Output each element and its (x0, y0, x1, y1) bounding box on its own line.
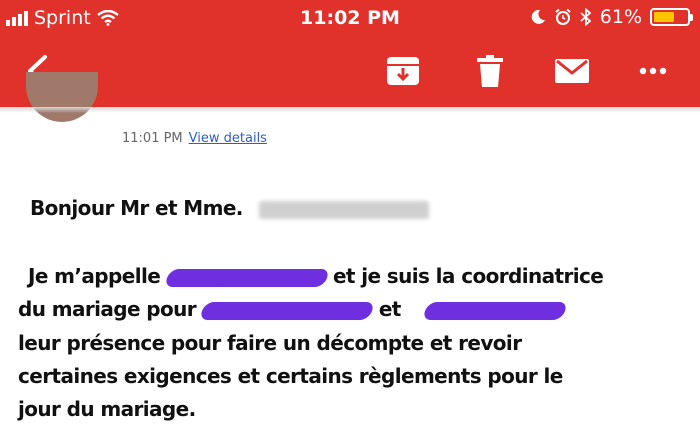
mark-unread-button[interactable] (549, 48, 595, 94)
line2-mid-text: et (378, 297, 402, 321)
sent-time: 11:01 PM (122, 131, 183, 146)
greeting-text: Bonjour Mr et Mme. (30, 196, 243, 220)
email-line-5: jour du mariage. (18, 397, 196, 421)
email-line-2: du mariage pour et (18, 297, 569, 321)
battery-percent: 61% (599, 6, 642, 28)
status-bar: Sprint 11:02 PM 61% (0, 0, 700, 38)
delete-button[interactable] (467, 48, 513, 94)
mail-icon (555, 59, 589, 83)
battery-icon (650, 8, 693, 26)
more-button[interactable] (630, 48, 676, 94)
redaction-scribble (421, 301, 569, 320)
line2-start-text: du mariage pour (18, 297, 197, 321)
moon-icon (531, 9, 545, 24)
redacted-name-blur (259, 200, 430, 219)
line1-end-text: et je suis la coordinatrice (332, 264, 604, 288)
redaction-scribble (163, 268, 330, 287)
status-right: 61% (530, 6, 693, 28)
archive-icon (387, 57, 419, 85)
bluetooth-icon (580, 8, 592, 26)
email-greeting: Bonjour Mr et Mme. (30, 196, 430, 220)
archive-button[interactable] (380, 48, 426, 94)
message-meta: 11:01 PM View details (122, 131, 267, 146)
redaction-scribble (199, 301, 376, 320)
email-toolbar (0, 40, 700, 104)
sender-avatar[interactable] (26, 72, 98, 122)
header-shadow (0, 107, 700, 113)
alarm-icon (555, 8, 571, 25)
email-line-1: Je m’appelle et je suis la coordinatrice (28, 264, 604, 288)
trash-icon (477, 55, 503, 87)
email-line-3: leur présence pour faire un décompte et … (18, 331, 522, 355)
view-details-link[interactable]: View details (189, 131, 267, 146)
more-horizontal-icon (639, 67, 667, 75)
line1-start-text: Je m’appelle (28, 264, 161, 288)
app-header: Sprint 11:02 PM 61% (0, 0, 700, 107)
battery-level-fill (654, 12, 674, 22)
email-line-4: certaines exigences et certains règlemen… (18, 364, 563, 388)
